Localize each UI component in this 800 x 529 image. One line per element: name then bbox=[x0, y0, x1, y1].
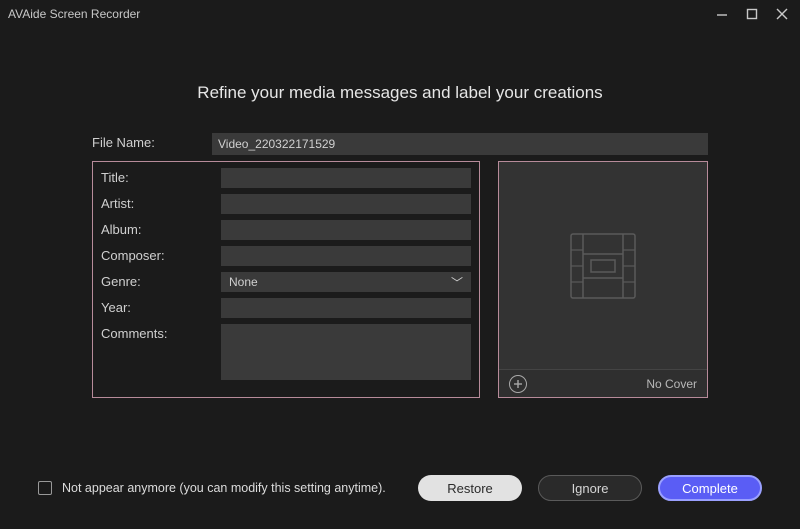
restore-button[interactable]: Restore bbox=[418, 475, 522, 501]
genre-select-value: None bbox=[229, 275, 258, 289]
title-label: Title: bbox=[101, 168, 221, 185]
maximize-button[interactable] bbox=[742, 4, 762, 24]
title-row: Title: bbox=[101, 168, 471, 188]
complete-button[interactable]: Complete bbox=[658, 475, 762, 501]
album-row: Album: bbox=[101, 220, 471, 240]
minimize-button[interactable] bbox=[712, 4, 732, 24]
not-appear-label: Not appear anymore (you can modify this … bbox=[62, 481, 386, 495]
metadata-panel: Title: Artist: Album: Composer: Genre: bbox=[92, 161, 480, 398]
file-name-row: File Name: bbox=[92, 133, 708, 155]
year-input[interactable] bbox=[221, 298, 471, 318]
genre-row: Genre: None ﹀ bbox=[101, 272, 471, 292]
maximize-icon bbox=[745, 7, 759, 21]
form-area: File Name: Title: Artist: Album: bbox=[0, 133, 800, 398]
artist-label: Artist: bbox=[101, 194, 221, 211]
content-area: Refine your media messages and label you… bbox=[0, 28, 800, 529]
action-buttons: Restore Ignore Complete bbox=[418, 475, 762, 501]
chevron-down-icon: ﹀ bbox=[451, 274, 463, 291]
window-controls bbox=[712, 4, 792, 24]
artist-input[interactable] bbox=[221, 194, 471, 214]
cover-placeholder bbox=[499, 162, 707, 369]
ignore-button[interactable]: Ignore bbox=[538, 475, 642, 501]
genre-select[interactable]: None ﹀ bbox=[221, 272, 471, 292]
comments-row: Comments: bbox=[101, 324, 471, 383]
file-name-label: File Name: bbox=[92, 133, 212, 150]
comments-input[interactable] bbox=[221, 324, 471, 380]
bottom-bar: Not appear anymore (you can modify this … bbox=[0, 475, 800, 501]
close-button[interactable] bbox=[772, 4, 792, 24]
close-icon bbox=[775, 7, 789, 21]
year-row: Year: bbox=[101, 298, 471, 318]
title-input[interactable] bbox=[221, 168, 471, 188]
composer-row: Composer: bbox=[101, 246, 471, 266]
file-name-input[interactable] bbox=[212, 133, 708, 155]
album-label: Album: bbox=[101, 220, 221, 237]
album-input[interactable] bbox=[221, 220, 471, 240]
comments-label: Comments: bbox=[101, 324, 221, 341]
genre-label: Genre: bbox=[101, 272, 221, 289]
add-cover-button[interactable] bbox=[509, 375, 527, 393]
not-appear-checkbox[interactable] bbox=[38, 481, 52, 495]
artist-row: Artist: bbox=[101, 194, 471, 214]
cover-footer: No Cover bbox=[499, 369, 707, 397]
film-strip-icon bbox=[557, 220, 649, 312]
minimize-icon bbox=[715, 7, 729, 21]
window-title: AVAide Screen Recorder bbox=[8, 7, 140, 21]
title-bar: AVAide Screen Recorder bbox=[0, 0, 800, 28]
page-heading: Refine your media messages and label you… bbox=[0, 28, 800, 133]
two-column-area: Title: Artist: Album: Composer: Genre: bbox=[92, 161, 708, 398]
plus-icon bbox=[513, 379, 523, 389]
cover-panel: No Cover bbox=[498, 161, 708, 398]
composer-input[interactable] bbox=[221, 246, 471, 266]
year-label: Year: bbox=[101, 298, 221, 315]
no-cover-label: No Cover bbox=[646, 377, 697, 391]
composer-label: Composer: bbox=[101, 246, 221, 263]
